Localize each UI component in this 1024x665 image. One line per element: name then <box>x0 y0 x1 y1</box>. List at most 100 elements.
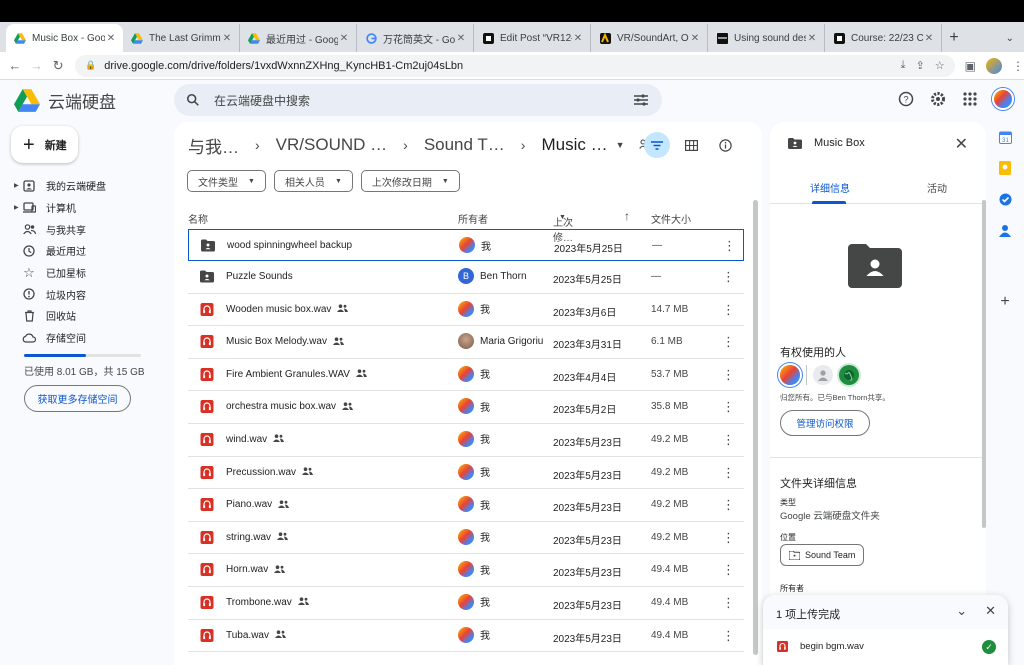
globe-icon[interactable] <box>839 365 859 385</box>
browser-tab[interactable]: Course: 22/23 Coll ✕ <box>825 24 942 52</box>
owner-avatar[interactable] <box>780 365 800 385</box>
access-avatars[interactable] <box>780 365 859 385</box>
settings-gear-icon[interactable] <box>928 89 948 109</box>
new-button[interactable]: + 新建 <box>11 126 78 163</box>
tasks-icon[interactable] <box>998 192 1012 206</box>
forward-icon[interactable]: → <box>26 58 48 73</box>
browser-tab[interactable]: Edit Post “VR12–W ✕ <box>474 24 591 52</box>
breadcrumb-item[interactable]: Sound T… <box>424 135 505 155</box>
manage-access-button[interactable]: 管理访问权限 <box>780 410 870 436</box>
more-actions-icon[interactable]: ⋮ <box>722 367 735 383</box>
filter-modified-chip[interactable]: 上次修改日期 ▼ <box>360 170 460 192</box>
search-bar[interactable]: 在云端硬盘中搜索 <box>174 84 662 116</box>
tab-close-icon[interactable]: ✕ <box>105 33 117 44</box>
profile-avatar[interactable] <box>985 57 1002 74</box>
add-addon-plus-icon[interactable]: + <box>998 293 1012 310</box>
tab-close-icon[interactable]: ✕ <box>221 33 233 44</box>
more-actions-icon[interactable]: ⋮ <box>722 530 735 546</box>
more-actions-icon[interactable]: ⋮ <box>722 562 735 578</box>
calendar-icon[interactable]: 31 <box>998 130 1012 144</box>
user-avatar-placeholder-icon[interactable] <box>813 365 833 385</box>
sidebar-item-recent[interactable]: 最近用过 <box>14 240 164 262</box>
column-header-name[interactable]: 名称 <box>188 211 208 226</box>
browser-tab[interactable]: VR/SoundArt, Onli ✕ <box>591 24 708 52</box>
filter-file-type-chip[interactable]: 文件类型 ▼ <box>187 170 266 192</box>
close-icon[interactable]: ✕ <box>985 603 996 619</box>
table-row[interactable]: orchestra music box.wav 我 2023年5月2日 35.8 MB… <box>188 391 744 424</box>
search-input[interactable]: 在云端硬盘中搜索 <box>214 92 634 109</box>
tab-close-icon[interactable]: ✕ <box>923 33 935 44</box>
sidebar-item-trash[interactable]: 回收站 <box>14 305 164 327</box>
details-scrollbar[interactable] <box>982 200 986 528</box>
table-row[interactable]: Precussion.wav 我 2023年5月23日 49.2 MB ⋮ <box>188 457 744 490</box>
tab-activity[interactable]: 活动 <box>927 180 947 195</box>
more-actions-icon[interactable]: ⋮ <box>722 595 735 611</box>
drive-logo[interactable]: 云端硬盘 <box>14 88 116 113</box>
sort-direction-arrow-icon[interactable]: ↑ <box>624 209 630 223</box>
browser-tab[interactable]: 万花筒英文 - Googl ✕ <box>357 24 474 52</box>
sidebar-item-my-drive[interactable]: ▶ 我的云端硬盘 <box>14 175 164 197</box>
back-icon[interactable]: ← <box>4 58 26 73</box>
tab-close-icon[interactable]: ✕ <box>572 33 584 44</box>
table-row[interactable]: Piano.wav 我 2023年5月23日 49.2 MB ⋮ <box>188 489 744 522</box>
keep-icon[interactable] <box>998 161 1012 175</box>
share-icon[interactable]: ⇪ <box>916 59 925 72</box>
breadcrumb-item[interactable]: 与我… <box>188 133 239 158</box>
new-tab-button[interactable]: + <box>942 24 966 52</box>
table-row[interactable]: wood spinningwheel backup 我 2023年5月25日 — ⋮ <box>188 229 744 261</box>
filter-toggle-button[interactable] <box>644 132 670 158</box>
expand-caret-icon[interactable]: ▶ <box>14 182 22 189</box>
close-icon[interactable]: ✕ <box>955 134 968 154</box>
breadcrumb-current-folder[interactable]: Music … <box>541 135 607 155</box>
file-list-scrollbar[interactable] <box>753 200 758 655</box>
tab-details[interactable]: 详细信息 <box>810 180 850 195</box>
more-actions-icon[interactable]: ⋮ <box>723 238 736 254</box>
browser-menu-icon[interactable]: ⋮ <box>1012 59 1024 73</box>
more-actions-icon[interactable]: ⋮ <box>722 399 735 415</box>
more-actions-icon[interactable]: ⋮ <box>722 302 735 318</box>
grid-view-button[interactable] <box>678 132 704 158</box>
breadcrumb-item[interactable]: VR/SOUND … <box>276 135 387 155</box>
search-options-icon[interactable] <box>634 94 648 106</box>
more-actions-icon[interactable]: ⋮ <box>722 334 735 350</box>
uploaded-file-item[interactable]: begin bgm.wav <box>777 641 864 652</box>
more-actions-icon[interactable]: ⋮ <box>722 628 735 644</box>
table-row[interactable]: Fire Ambient Granules.WAV 我 2023年4月4日 53.7 … <box>188 359 744 392</box>
get-more-storage-button[interactable]: 获取更多存储空间 <box>24 385 131 412</box>
browser-tab[interactable]: 最近用过 - Google ✕ <box>240 24 357 52</box>
column-header-size[interactable]: 文件大小 <box>651 211 691 226</box>
filter-people-chip[interactable]: 相关人员 ▼ <box>273 170 353 192</box>
account-avatar[interactable] <box>992 88 1014 110</box>
browser-tab[interactable]: The Last Grimm Ta ✕ <box>123 24 240 52</box>
table-row[interactable]: Puzzle Sounds B Ben Thorn 2023年5月25日 — ⋮ <box>188 261 744 294</box>
column-header-owner[interactable]: 所有者 <box>458 211 488 226</box>
details-info-button[interactable] <box>712 132 738 158</box>
sidebar-item-computers[interactable]: ▶ 计算机 <box>14 197 164 219</box>
side-panel-icon[interactable]: ▣ <box>965 59 976 73</box>
apps-grid-icon[interactable] <box>960 89 980 109</box>
table-row[interactable]: Tuba.wav 我 2023年5月23日 49.4 MB ⋮ <box>188 620 744 653</box>
more-actions-icon[interactable]: ⋮ <box>722 432 735 448</box>
table-row[interactable]: Horn.wav 我 2023年5月23日 49.4 MB ⋮ <box>188 554 744 587</box>
sidebar-item-starred[interactable]: ☆ 已加星标 <box>14 262 164 284</box>
table-row[interactable]: wind.wav 我 2023年5月23日 49.2 MB ⋮ <box>188 424 744 457</box>
table-row[interactable]: Wooden music box.wav 我 2023年3月6日 14.7 MB ⋮ <box>188 294 744 327</box>
tab-close-icon[interactable]: ✕ <box>689 33 701 44</box>
tab-search-chevron-icon[interactable]: ⌄ <box>1006 24 1014 52</box>
more-actions-icon[interactable]: ⋮ <box>722 269 735 285</box>
table-row[interactable]: string.wav 我 2023年5月23日 49.2 MB ⋮ <box>188 522 744 555</box>
address-bar[interactable]: 🔒 drive.google.com/drive/folders/1vxdWxn… <box>75 54 955 77</box>
browser-tab[interactable]: Using sound desig ✕ <box>708 24 825 52</box>
sidebar-item-storage[interactable]: 存储空间 <box>14 327 164 349</box>
chevron-down-icon[interactable]: ⌄ <box>956 603 967 619</box>
bookmark-star-icon[interactable]: ☆ <box>935 59 945 72</box>
tab-close-icon[interactable]: ✕ <box>455 33 467 44</box>
browser-tab[interactable]: Music Box - Google ✕ <box>6 24 123 52</box>
install-icon[interactable]: ⤓ <box>901 59 906 72</box>
reload-icon[interactable]: ↻ <box>47 58 69 74</box>
tab-close-icon[interactable]: ✕ <box>806 33 818 44</box>
more-actions-icon[interactable]: ⋮ <box>722 497 735 513</box>
more-actions-icon[interactable]: ⋮ <box>722 465 735 481</box>
sidebar-item-spam[interactable]: 垃圾内容 <box>14 283 164 305</box>
help-icon[interactable]: ? <box>896 89 916 109</box>
